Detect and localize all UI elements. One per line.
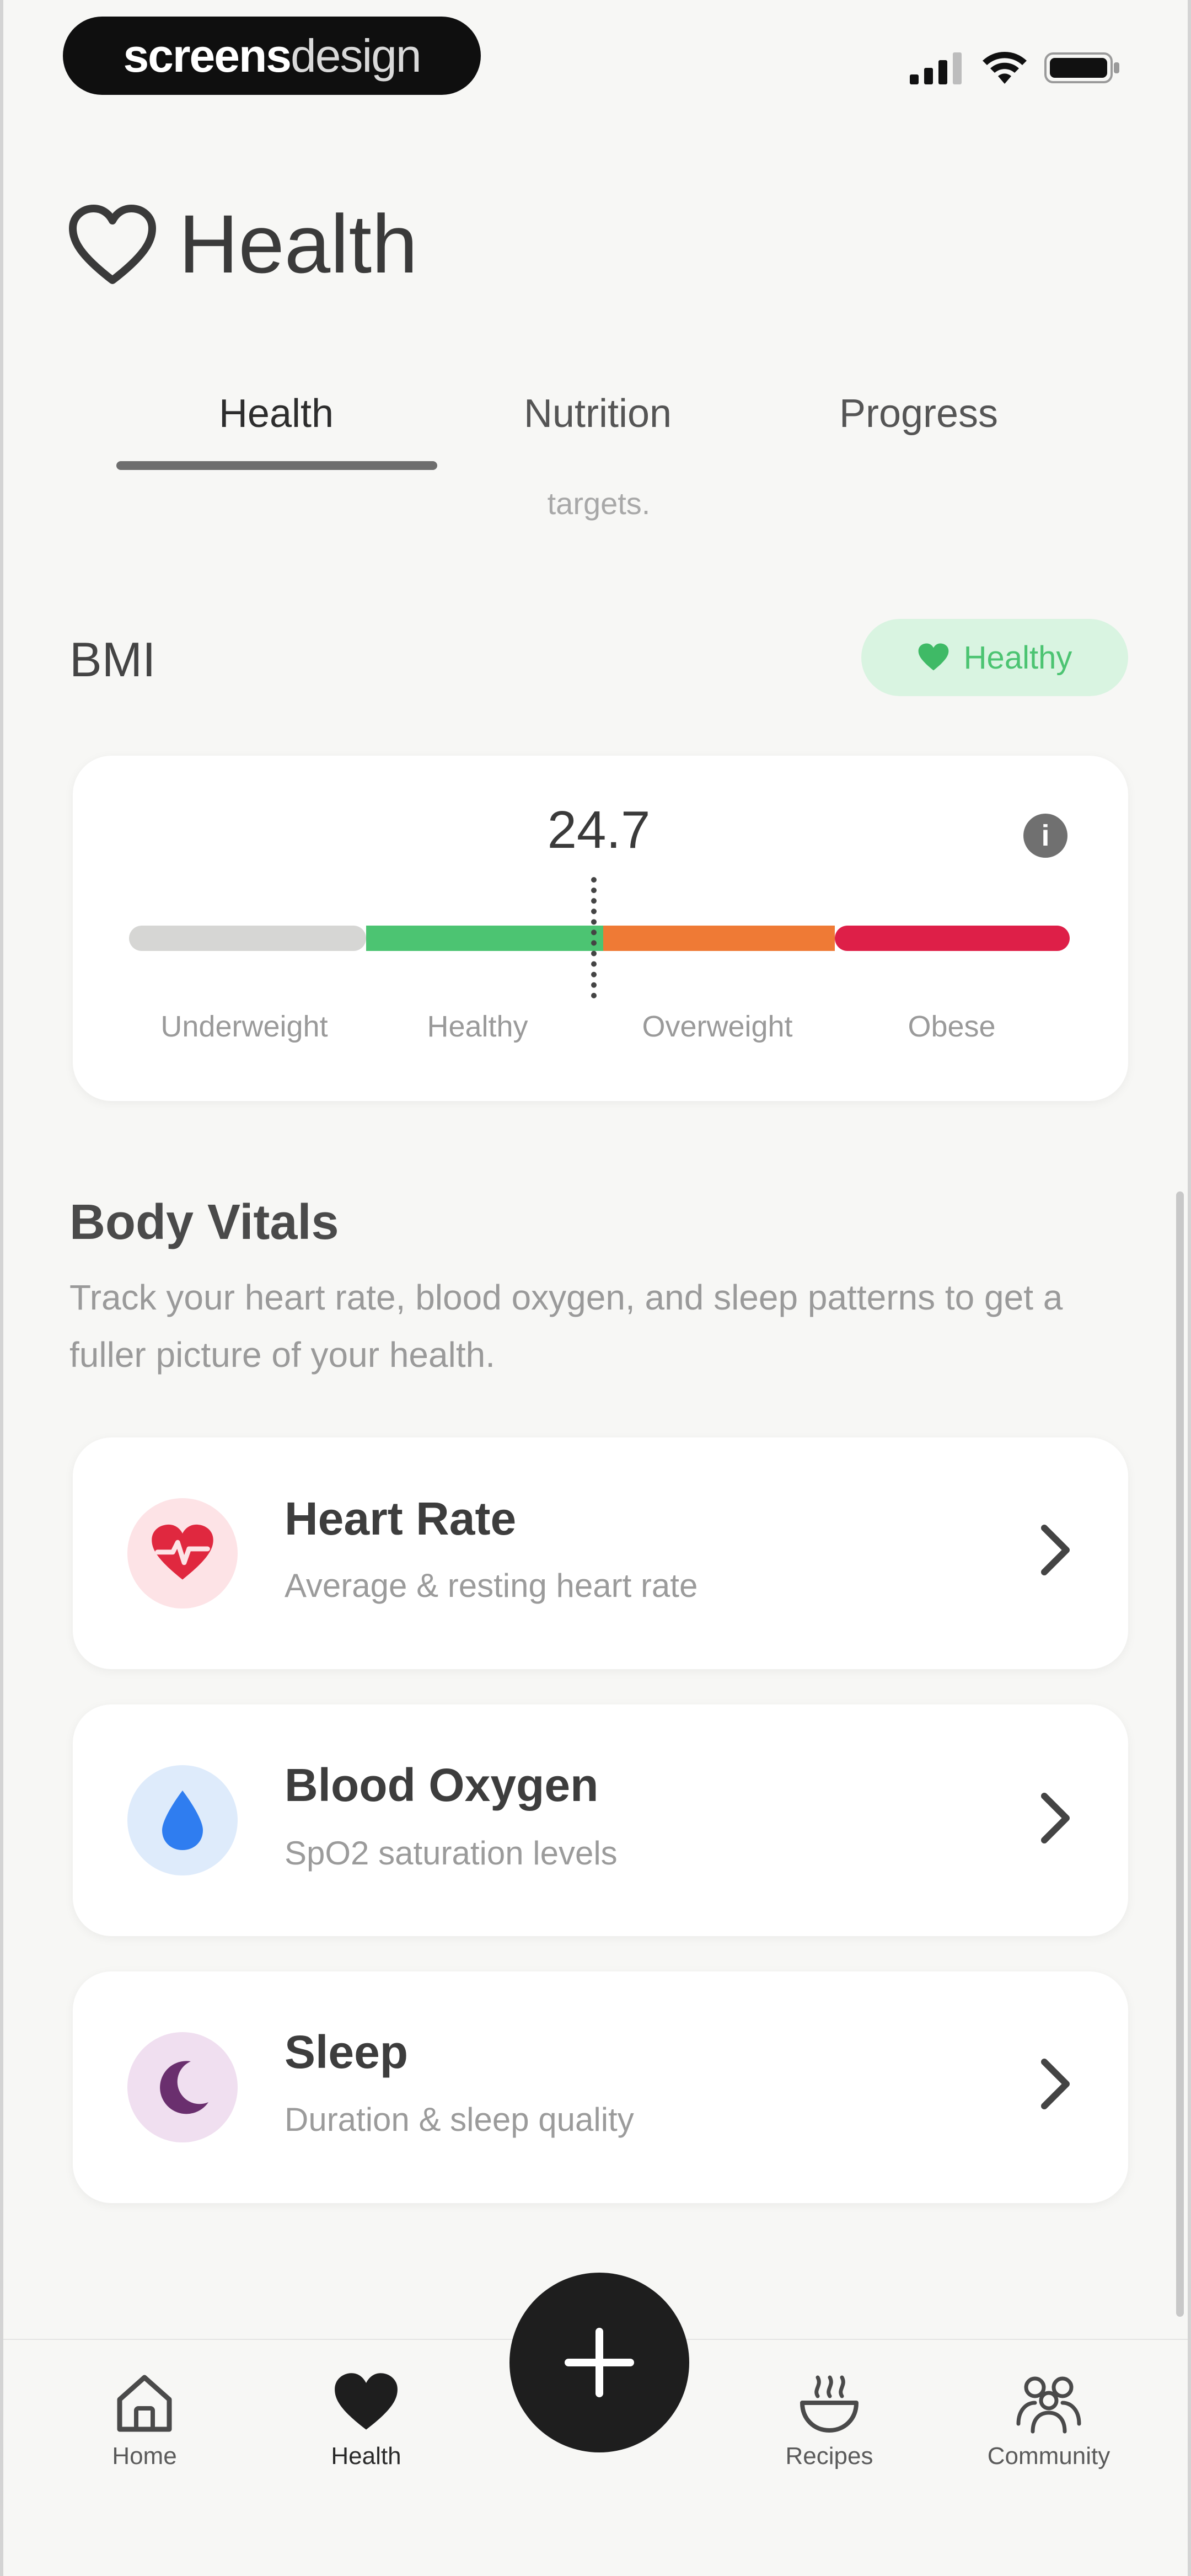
page-title: Health: [179, 197, 418, 290]
water-drop-icon: [127, 1765, 238, 1875]
vital-subtitle: SpO2 saturation levels: [285, 1835, 618, 1872]
bmi-status-badge: Healthy: [861, 619, 1128, 696]
nav-item-home[interactable]: Home: [62, 2366, 227, 2470]
brand-light: design: [291, 29, 422, 82]
vital-name: Heart Rate: [285, 1493, 517, 1544]
home-icon: [117, 2375, 172, 2432]
bmi-segment-underweight: [129, 926, 366, 951]
vital-subtitle: Duration & sleep quality: [285, 2101, 634, 2138]
heart-pulse-icon: [127, 1498, 238, 1608]
bmi-label-underweight: Underweight: [160, 1010, 328, 1043]
nav-label: Community: [987, 2443, 1110, 2470]
recipes-icon: [800, 2375, 859, 2433]
info-icon[interactable]: i: [1023, 814, 1067, 858]
community-icon: [1016, 2376, 1081, 2434]
moon-icon: [127, 2032, 238, 2142]
nav-label: Health: [331, 2443, 401, 2470]
bmi-segment-obese: [835, 926, 1070, 951]
brand-watermark: screens design: [63, 17, 481, 95]
section-description: Track your heart rate, blood oxygen, and…: [69, 1278, 1063, 1375]
status-icons: [910, 45, 1122, 90]
bmi-title: BMI: [69, 632, 156, 687]
plus-icon: [565, 2328, 634, 2397]
wifi-icon: [983, 52, 1027, 84]
bmi-label-healthy: Healthy: [427, 1010, 528, 1043]
battery-icon: [1044, 52, 1119, 83]
chevron-right-icon: [1041, 2059, 1070, 2109]
clipped-text: targets.: [547, 486, 651, 521]
nav-label: Home: [112, 2443, 177, 2470]
active-tab-indicator: [116, 461, 437, 470]
scrollbar[interactable]: [1176, 1191, 1184, 2317]
bmi-segment-healthy: [366, 926, 603, 951]
signal-icon: [910, 52, 962, 84]
bmi-label-obese: Obese: [908, 1010, 996, 1043]
heart-icon: [918, 643, 949, 671]
bmi-label-overweight: Overweight: [642, 1010, 793, 1043]
add-button[interactable]: [509, 2273, 689, 2452]
heart-icon: [335, 2373, 398, 2430]
vital-name: Sleep: [285, 2026, 409, 2078]
chevron-right-icon: [1041, 1525, 1070, 1575]
nav-item-recipes[interactable]: Recipes: [747, 2366, 912, 2470]
heart-outline-icon: [69, 205, 156, 284]
nav-label: Recipes: [785, 2443, 873, 2470]
bmi-segment-overweight: [603, 926, 835, 951]
tab-health[interactable]: Health: [116, 386, 436, 441]
app-screen: screens design Health Health Nutrition Pr…: [0, 0, 1191, 2576]
tab-nutrition[interactable]: Nutrition: [438, 386, 758, 441]
bmi-marker: [591, 877, 598, 998]
nav-item-health[interactable]: Health: [283, 2366, 449, 2470]
bmi-value: 24.7: [547, 800, 651, 859]
nav-item-community[interactable]: Community: [966, 2366, 1131, 2470]
vital-subtitle: Average & resting heart rate: [285, 1567, 698, 1604]
section-title: Body Vitals: [69, 1195, 339, 1250]
vital-name: Blood Oxygen: [285, 1759, 599, 1811]
tab-progress[interactable]: Progress: [759, 386, 1079, 441]
bmi-badge-label: Healthy: [963, 639, 1072, 676]
brand-bold: screens: [123, 29, 292, 82]
chevron-right-icon: [1041, 1793, 1070, 1843]
